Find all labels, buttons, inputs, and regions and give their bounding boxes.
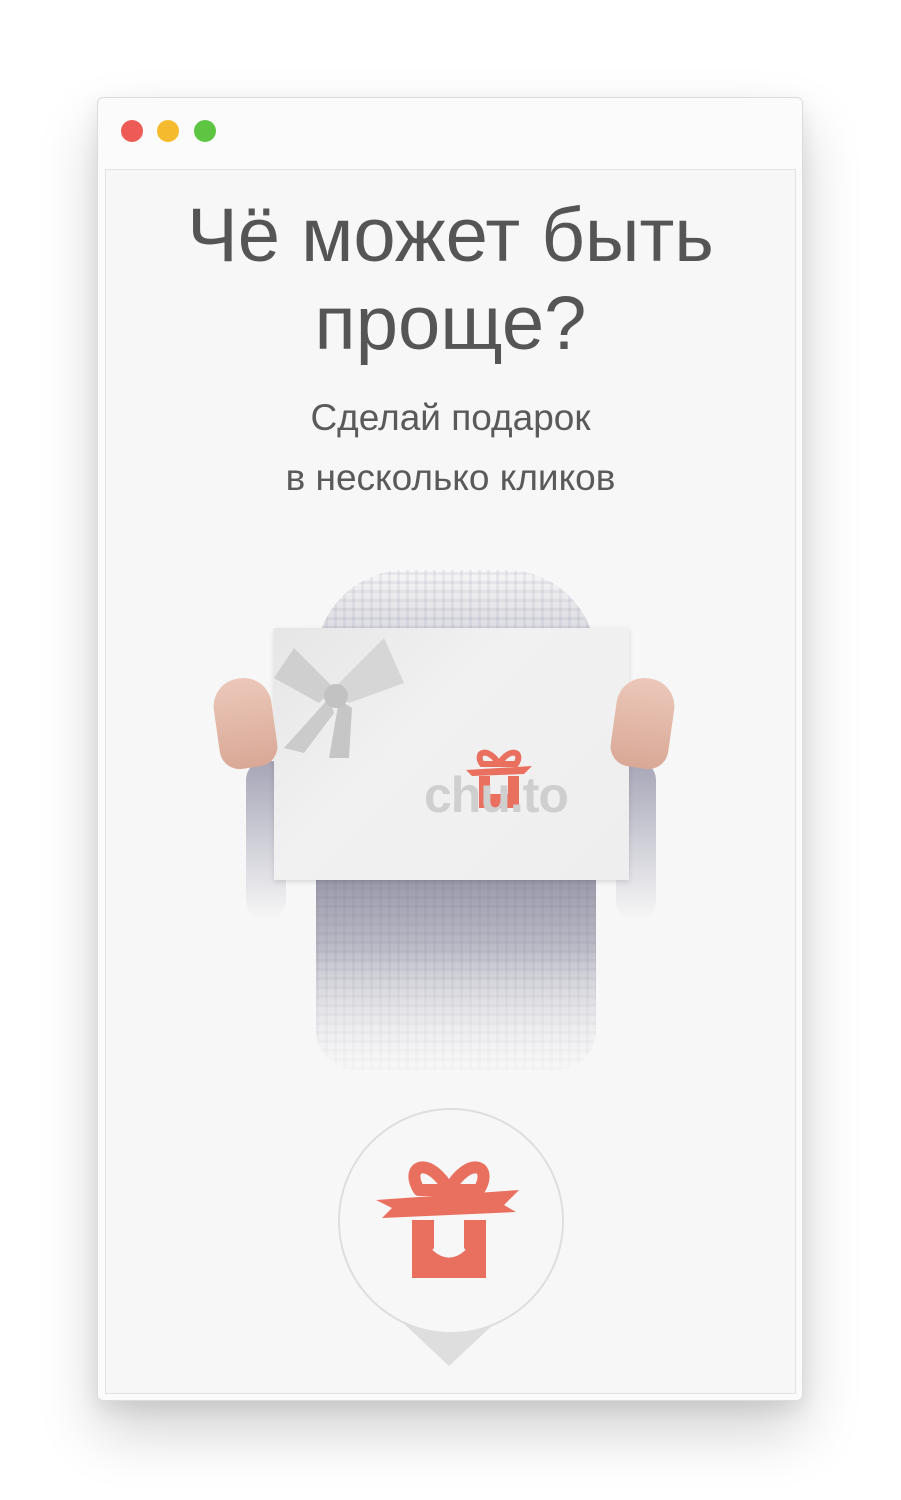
gift-card: chu.to: [274, 628, 629, 880]
subtitle-line-1: Сделай подарок: [310, 397, 591, 438]
gift-pin-marker[interactable]: [338, 1108, 564, 1368]
pin-gift-icon: [376, 1161, 519, 1278]
hero-image: chu.to: [136, 570, 766, 1110]
card-logo-text: chu.to: [424, 767, 569, 823]
minimize-window-button[interactable]: [157, 120, 179, 142]
subtitle: Сделай подарок в несколько кликов: [106, 388, 795, 508]
title-bar: [98, 98, 802, 168]
page-content: Чё может быть проще? Сделай подарок в не…: [105, 169, 796, 1394]
left-hand: [210, 674, 280, 772]
browser-window: Чё может быть проще? Сделай подарок в не…: [97, 97, 803, 1401]
page-title: Чё может быть проще?: [106, 192, 795, 368]
maximize-window-button[interactable]: [194, 120, 216, 142]
ribbon-bow-icon: [274, 638, 404, 758]
subtitle-line-2: в несколько кликов: [285, 457, 616, 498]
close-window-button[interactable]: [121, 120, 143, 142]
title-line-1: Чё может быть: [187, 193, 714, 278]
title-line-2: проще?: [314, 281, 587, 366]
